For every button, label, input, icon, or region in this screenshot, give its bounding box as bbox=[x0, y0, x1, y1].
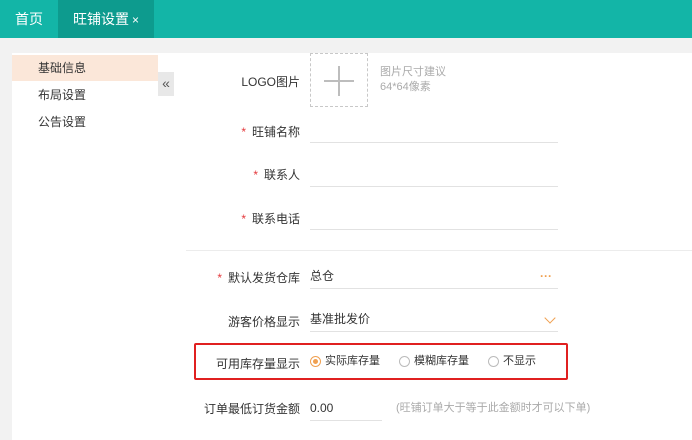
guest-price-value: 基准批发价 bbox=[310, 312, 371, 326]
stock-display-label: 可用库存量显示 bbox=[215, 357, 300, 371]
min-order-hint: (旺铺订单大于等于此金额时才可以下单) bbox=[396, 402, 591, 414]
required-mark: * bbox=[217, 271, 222, 285]
radio-actual-stock-label: 实际库存量 bbox=[325, 355, 380, 367]
required-mark: * bbox=[241, 212, 246, 226]
main-panel bbox=[174, 53, 692, 440]
chevron-down-icon[interactable] bbox=[544, 312, 556, 324]
radio-circle-icon bbox=[399, 355, 410, 367]
contact-input[interactable] bbox=[310, 162, 558, 187]
sidebar-item-notice[interactable]: 公告设置 bbox=[12, 109, 158, 135]
store-name-label: * 旺铺名称 bbox=[172, 123, 300, 140]
contact-label-text: 联系人 bbox=[263, 168, 300, 182]
guest-price-select[interactable]: 基准批发价 bbox=[310, 307, 558, 332]
phone-label: * 联系电话 bbox=[172, 210, 300, 227]
sidebar-item-basic-info[interactable]: 基础信息 bbox=[12, 55, 158, 81]
radio-fuzzy-stock-label: 模糊库存量 bbox=[414, 355, 469, 367]
radio-fuzzy-stock[interactable]: 模糊库存量 bbox=[399, 354, 469, 368]
radio-actual-stock[interactable]: 实际库存量 bbox=[310, 354, 380, 368]
sidebar-item-layout[interactable]: 布局设置 bbox=[12, 82, 158, 108]
section-divider bbox=[186, 250, 692, 251]
radio-hide-stock-label: 不显示 bbox=[503, 355, 536, 367]
close-icon[interactable]: × bbox=[132, 13, 139, 27]
phone-label-text: 联系电话 bbox=[251, 212, 300, 226]
tab-home[interactable]: 首页 bbox=[0, 0, 58, 38]
required-mark: * bbox=[253, 168, 258, 182]
top-tab-bar: 首页 旺铺设置 × bbox=[0, 0, 692, 38]
min-order-label: 订单最低订货金额 bbox=[203, 402, 300, 416]
warehouse-label: * 默认发货仓库 bbox=[172, 269, 300, 286]
sidebar: 基础信息 布局设置 公告设置 bbox=[12, 53, 174, 440]
min-order-input[interactable] bbox=[310, 396, 382, 421]
radio-hide-stock[interactable]: 不显示 bbox=[488, 354, 536, 368]
contact-label: * 联系人 bbox=[172, 166, 300, 183]
radio-circle-icon bbox=[310, 355, 321, 367]
store-name-label-text: 旺铺名称 bbox=[251, 125, 300, 139]
guest-price-label: 游客价格显示 bbox=[227, 315, 300, 329]
store-name-input[interactable] bbox=[310, 118, 558, 143]
plus-icon-vertical bbox=[338, 66, 340, 96]
required-mark: * bbox=[241, 125, 246, 139]
tab-store-settings[interactable]: 旺铺设置 × bbox=[58, 0, 154, 38]
warehouse-label-text: 默认发货仓库 bbox=[227, 271, 300, 285]
more-icon[interactable]: ··· bbox=[540, 264, 552, 288]
logo-hint-size: 图片尺寸建议 bbox=[380, 66, 446, 78]
radio-circle-icon bbox=[488, 355, 499, 367]
warehouse-value: 总仓 bbox=[310, 269, 335, 283]
tab-store-settings-label: 旺铺设置 bbox=[72, 11, 129, 27]
logo-upload-button[interactable] bbox=[310, 53, 368, 107]
warehouse-field[interactable]: 总仓 ··· bbox=[310, 264, 558, 289]
phone-input[interactable] bbox=[310, 205, 558, 230]
logo-hint-pixels: 64*64像素 bbox=[380, 81, 431, 93]
logo-label: LOGO图片 bbox=[241, 75, 300, 89]
